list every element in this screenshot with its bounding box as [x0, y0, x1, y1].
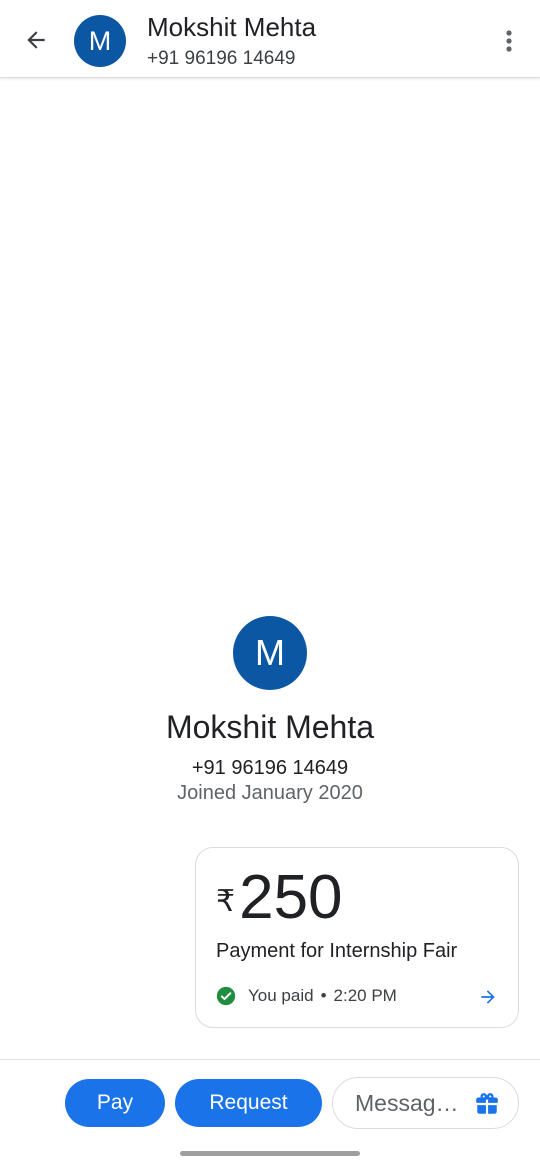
home-indicator — [180, 1151, 360, 1156]
payment-note: Payment for Internship Fair — [216, 940, 458, 962]
pay-button[interactable]: Pay — [65, 1079, 165, 1127]
gift-icon — [476, 1093, 498, 1114]
payment-amount: 250 — [239, 863, 343, 932]
contact-name[interactable]: Mokshit Mehta — [147, 12, 316, 43]
currency-symbol: ₹ — [216, 885, 236, 918]
contact-phone: +91 96196 14649 — [147, 48, 296, 69]
payment-time: 2:20 PM — [333, 986, 397, 1005]
arrow-right-icon[interactable] — [478, 987, 498, 1007]
request-button[interactable]: Request — [175, 1079, 322, 1127]
profile-name: Mokshit Mehta — [165, 709, 375, 745]
profile-avatar-initial: M — [255, 632, 285, 673]
message-field[interactable]: Messag… — [332, 1077, 519, 1129]
bottom-divider — [0, 1059, 540, 1060]
profile-phone: +91 96196 14649 — [191, 757, 349, 779]
more-vertical-icon — [506, 30, 512, 52]
arrow-left-icon — [27, 31, 45, 49]
more-options-button[interactable] — [494, 24, 524, 58]
profile-avatar: M — [233, 616, 307, 690]
payment-status-text: You paid — [248, 986, 314, 1005]
contact-avatar[interactable]: M — [74, 15, 126, 67]
status-separator: • — [320, 986, 327, 1005]
payment-card[interactable]: ₹ 250 Payment for Internship Fair You pa… — [195, 847, 519, 1028]
payment-amount-row: ₹ 250 — [216, 862, 343, 934]
top-app-bar: M Mokshit Mehta +91 96196 14649 — [0, 0, 540, 78]
check-circle-icon — [216, 986, 236, 1006]
back-button[interactable] — [18, 22, 54, 58]
avatar-initial: M — [88, 25, 112, 56]
profile-joined-date: Joined January 2020 — [177, 782, 363, 804]
gift-button[interactable] — [473, 1090, 501, 1118]
payment-status: You paid • 2:20 PM — [216, 986, 397, 1006]
message-input[interactable]: Messag… — [355, 1090, 459, 1117]
